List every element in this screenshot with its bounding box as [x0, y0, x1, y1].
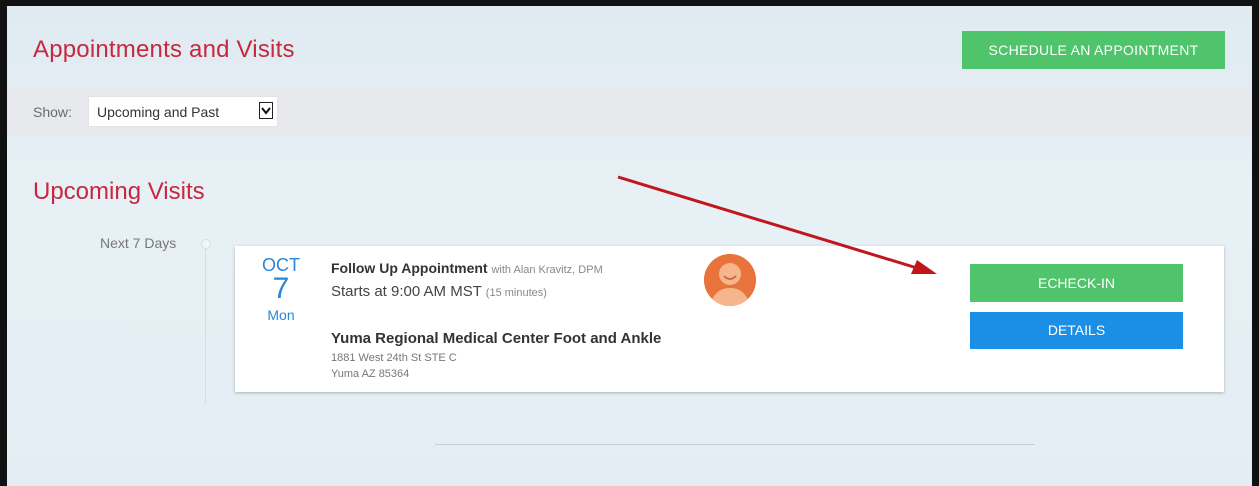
visit-card[interactable]: OCT 7 Mon Follow Up Appointment with Ala… [235, 246, 1224, 392]
filter-selected-value: Upcoming and Past [97, 104, 220, 120]
show-filter-select[interactable]: Upcoming and Past [88, 96, 278, 127]
timeline-dot [201, 239, 211, 249]
filter-label: Show: [33, 104, 72, 120]
visit-type-line: Follow Up Appointment with Alan Kravitz,… [331, 260, 603, 276]
facility-address-line1: 1881 West 24th St STE C [331, 352, 457, 364]
divider [435, 444, 1035, 445]
visit-provider: with Alan Kravitz, DPM [491, 264, 603, 276]
schedule-appointment-button[interactable]: SCHEDULE AN APPOINTMENT [962, 31, 1225, 69]
visit-start-time: Starts at 9:00 AM MST [331, 283, 482, 300]
provider-avatar [704, 254, 756, 306]
user-avatar-icon [704, 254, 756, 306]
upcoming-visits-title: Upcoming Visits [33, 178, 205, 205]
facility-address-line2: Yuma AZ 85364 [331, 368, 410, 380]
echeckin-button[interactable]: ECHECK-IN [970, 264, 1183, 302]
visit-day: 7 [272, 272, 290, 305]
filter-bar: Show: Upcoming and Past [7, 88, 1252, 136]
details-button[interactable]: DETAILS [970, 312, 1183, 349]
facility-name: Yuma Regional Medical Center Foot and An… [331, 330, 662, 347]
visit-type: Follow Up Appointment [331, 260, 488, 276]
visit-start-line: Starts at 9:00 AM MST (15 minutes) [331, 283, 547, 300]
visit-weekday: Mon [267, 307, 295, 323]
timeline-range-label: Next 7 Days [100, 235, 177, 251]
chevron-down-icon[interactable] [259, 102, 273, 119]
app-frame: Appointments and Visits SCHEDULE AN APPO… [0, 0, 1259, 486]
visit-duration: (15 minutes) [485, 287, 547, 299]
page-title: Appointments and Visits [33, 36, 295, 63]
timeline-line [205, 249, 206, 404]
